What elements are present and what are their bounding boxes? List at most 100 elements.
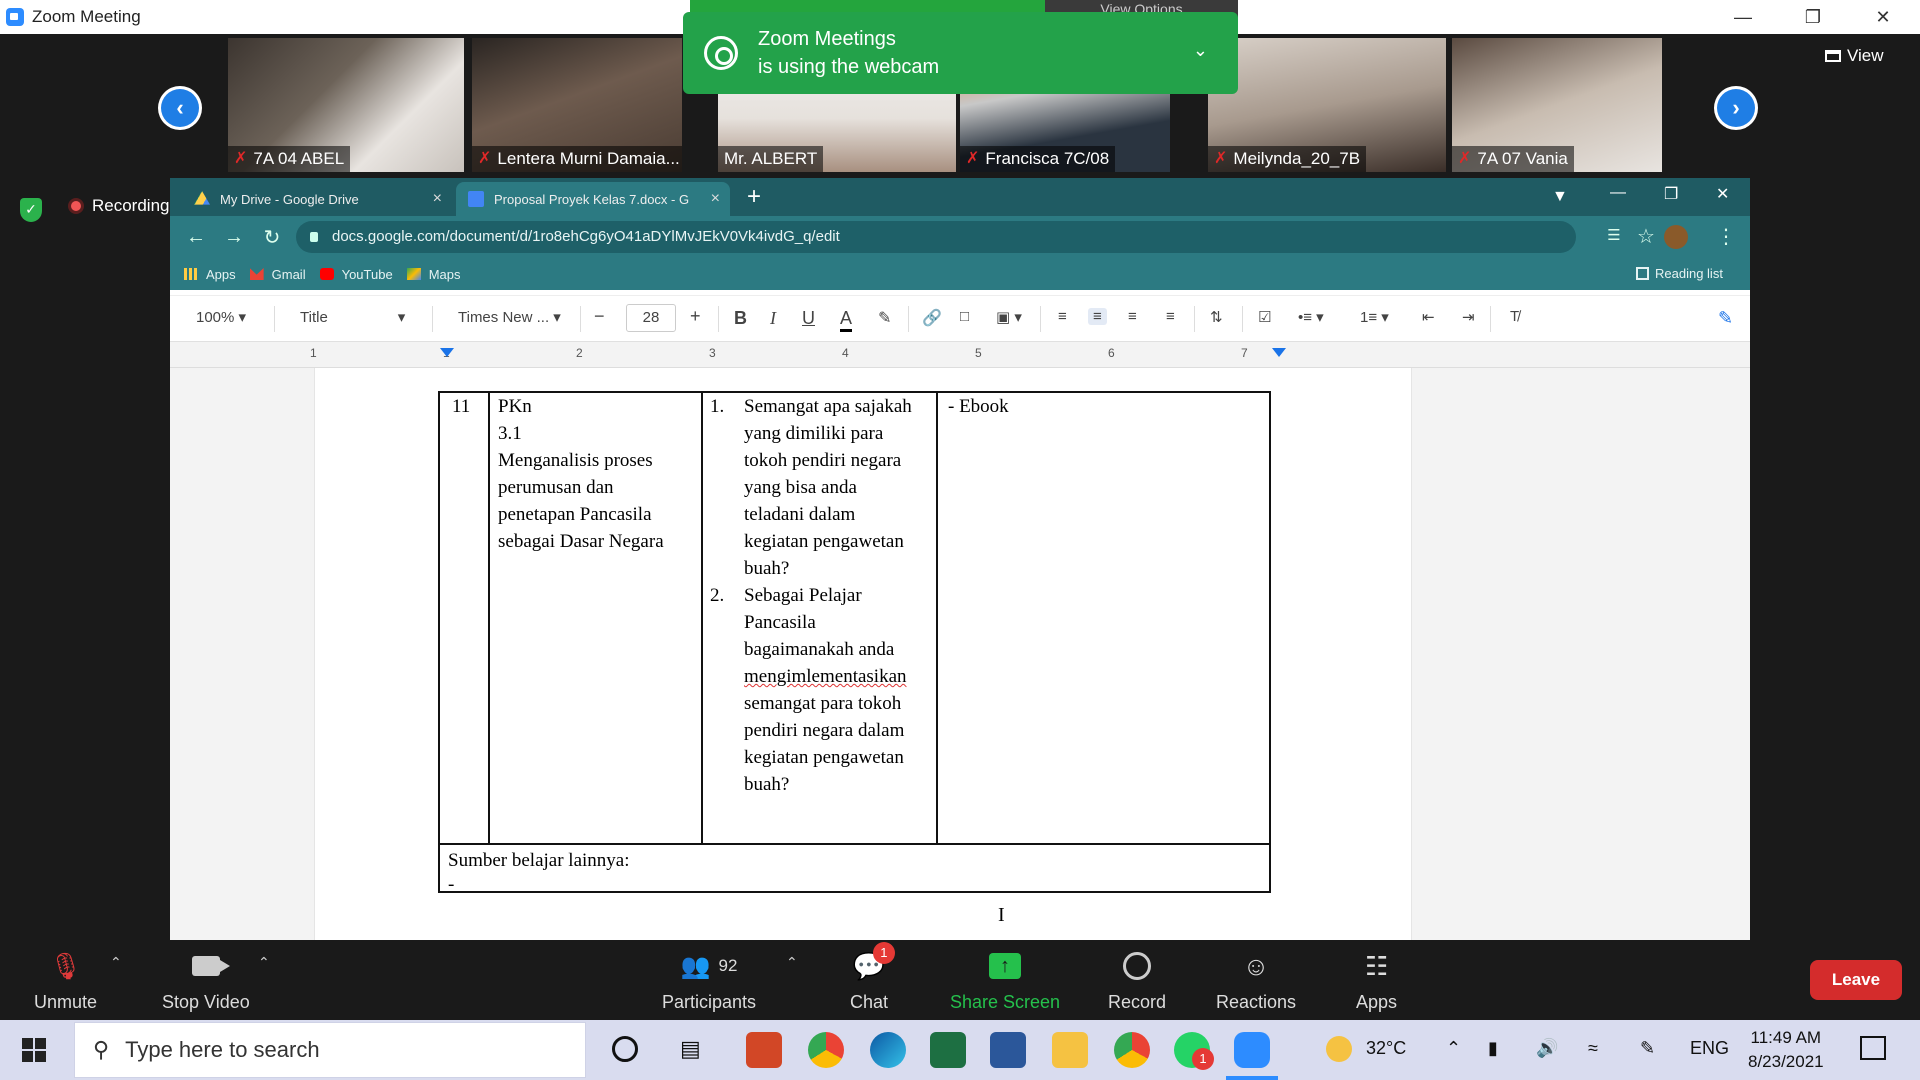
translate-icon[interactable]: ☰	[1602, 226, 1626, 244]
align-center-icon[interactable]: ≡	[1088, 308, 1107, 325]
bookmark-maps[interactable]: Maps	[406, 267, 460, 282]
tab-google-docs[interactable]: Proposal Proyek Kelas 7.docx - G ×	[456, 182, 730, 216]
bookmark-star-icon[interactable]: ☆	[1634, 224, 1658, 249]
chrome-icon[interactable]	[808, 1032, 844, 1068]
record-button[interactable]: Record	[1108, 948, 1166, 1013]
align-right-icon[interactable]: ≡	[1128, 308, 1137, 325]
browser-close-button[interactable]: ✕	[1716, 184, 1729, 204]
tab-search-icon[interactable]: ▼	[1552, 188, 1568, 206]
line-spacing-icon[interactable]: ⇅	[1210, 308, 1223, 326]
increase-indent-icon[interactable]: ⇥	[1462, 308, 1475, 326]
comment-icon[interactable]: □	[960, 308, 969, 325]
minimize-button[interactable]: —	[1716, 0, 1770, 34]
unmute-button[interactable]: 🎙 Unmute	[34, 948, 97, 1013]
align-left-icon[interactable]: ≡	[1058, 308, 1067, 325]
forward-icon[interactable]: →	[222, 226, 246, 249]
back-icon[interactable]: ←	[184, 226, 208, 249]
browser-restore-button[interactable]: ❐	[1664, 184, 1678, 204]
webcam-notification[interactable]: Zoom Meetings is using the webcam ⌄	[683, 12, 1238, 94]
language-indicator[interactable]: ENG	[1690, 1038, 1729, 1059]
taskbar-search[interactable]: ⚲ Type here to search	[74, 1022, 586, 1078]
restore-button[interactable]: ❐	[1786, 0, 1840, 34]
weather-icon[interactable]	[1326, 1036, 1352, 1062]
participants-button[interactable]: 👥 92 Participants	[662, 948, 756, 1013]
browser-minimize-button[interactable]: —	[1610, 184, 1626, 202]
volume-icon[interactable]: 🔊	[1536, 1038, 1558, 1059]
next-page-button[interactable]: ›	[1714, 86, 1758, 130]
excel-icon[interactable]	[930, 1032, 966, 1068]
checklist-icon[interactable]: ☑	[1258, 308, 1271, 326]
task-view-icon[interactable]: ▤	[680, 1036, 701, 1062]
chevron-down-icon[interactable]: ⌄	[1193, 40, 1208, 61]
view-button[interactable]: View	[1825, 46, 1884, 66]
leave-button[interactable]: Leave	[1810, 960, 1902, 1000]
address-bar[interactable]: docs.google.com/document/d/1ro8ehCg6yO41…	[296, 221, 1576, 253]
file-explorer-icon[interactable]	[1052, 1032, 1088, 1068]
font-size-input[interactable]: 28	[626, 304, 676, 332]
link-icon[interactable]: 🔗	[922, 308, 942, 328]
stop-video-button[interactable]: Stop Video	[162, 948, 250, 1013]
decrease-indent-icon[interactable]: ⇤	[1422, 308, 1435, 326]
bookmark-apps[interactable]: Apps	[184, 267, 236, 282]
font-select[interactable]: Times New ... ▾	[458, 308, 561, 326]
whatsapp-icon[interactable]: 1	[1174, 1032, 1214, 1070]
temperature[interactable]: 32°C	[1366, 1038, 1406, 1059]
zoom-select[interactable]: 100% ▾	[196, 308, 246, 326]
prev-page-button[interactable]: ‹	[158, 86, 202, 130]
style-select[interactable]: Title ▾	[300, 308, 405, 326]
tab-google-drive[interactable]: My Drive - Google Drive ×	[182, 182, 452, 216]
participant-tile[interactable]: ✗ Lentera Murni Damaia...	[472, 38, 682, 172]
numbered-list-icon[interactable]: 1≡ ▾	[1360, 308, 1389, 326]
italic-icon[interactable]: I	[770, 308, 776, 329]
cortana-icon[interactable]	[612, 1036, 638, 1062]
image-icon[interactable]: ▣ ▾	[996, 308, 1022, 326]
new-tab-button[interactable]: +	[747, 183, 761, 211]
left-indent-marker[interactable]	[440, 348, 454, 357]
security-shield-icon[interactable]: ✓	[20, 198, 42, 222]
edge-icon[interactable]	[870, 1032, 906, 1068]
wifi-icon[interactable]: ≈	[1588, 1038, 1598, 1059]
share-screen-button[interactable]: ↑ Share Screen	[950, 948, 1060, 1013]
apps-button[interactable]: ☷ Apps	[1356, 948, 1397, 1013]
tray-overflow-caret[interactable]: ⌃	[1446, 1038, 1461, 1059]
profile-avatar[interactable]	[1664, 225, 1688, 249]
increase-font-size-button[interactable]: +	[690, 306, 701, 327]
editing-mode-pencil-icon[interactable]: ✎	[1718, 308, 1733, 329]
close-tab-icon[interactable]: ×	[433, 190, 442, 208]
clear-formatting-icon[interactable]: T̸	[1510, 308, 1519, 325]
powerpoint-icon[interactable]	[746, 1032, 782, 1068]
bold-icon[interactable]: B	[734, 308, 747, 329]
reading-list-button[interactable]: Reading list	[1636, 266, 1723, 281]
bulleted-list-icon[interactable]: •≡ ▾	[1298, 308, 1324, 326]
bookmark-youtube[interactable]: YouTube	[319, 267, 393, 282]
close-button[interactable]: ✕	[1856, 0, 1910, 34]
battery-icon[interactable]: ▮	[1488, 1038, 1498, 1059]
video-options-caret[interactable]: ⌃	[258, 954, 270, 971]
justify-icon[interactable]: ≡	[1166, 308, 1175, 325]
chrome-profile-icon[interactable]	[1114, 1032, 1150, 1068]
underline-icon[interactable]: U	[802, 308, 815, 329]
notifications-icon[interactable]	[1860, 1036, 1886, 1060]
text-color-icon[interactable]: A	[840, 308, 853, 332]
pen-icon[interactable]: ✎	[1640, 1038, 1655, 1059]
decrease-font-size-button[interactable]: −	[594, 306, 605, 327]
reload-icon[interactable]: ↻	[260, 225, 284, 250]
chat-button[interactable]: 💬 1 Chat	[850, 942, 895, 1013]
recording-indicator[interactable]: Recording	[68, 196, 170, 216]
audio-options-caret[interactable]: ⌃	[110, 954, 122, 971]
close-tab-icon[interactable]: ×	[711, 190, 720, 208]
right-indent-marker[interactable]	[1272, 348, 1286, 357]
word-icon[interactable]	[990, 1032, 1026, 1068]
participant-tile[interactable]: ✗ Meilynda_20_7B	[1208, 38, 1446, 172]
highlight-icon[interactable]: ✎	[878, 308, 891, 328]
bookmark-gmail[interactable]: Gmail	[249, 267, 306, 282]
participants-caret[interactable]: ⌃	[786, 954, 798, 971]
lesson-table[interactable]: 11 PKn 3.1 Menganalisis proses perumusan…	[438, 391, 1271, 895]
clock[interactable]: 11:49 AM 8/23/2021	[1748, 1026, 1824, 1074]
start-button[interactable]	[22, 1038, 46, 1062]
zoom-taskbar-icon[interactable]	[1234, 1032, 1270, 1068]
menu-dots-icon[interactable]: ⋮	[1714, 224, 1738, 249]
participant-tile[interactable]: ✗ 7A 07 Vania	[1452, 38, 1662, 172]
reactions-button[interactable]: ☺ Reactions	[1216, 948, 1296, 1013]
participant-tile[interactable]: ✗ 7A 04 ABEL	[228, 38, 464, 172]
